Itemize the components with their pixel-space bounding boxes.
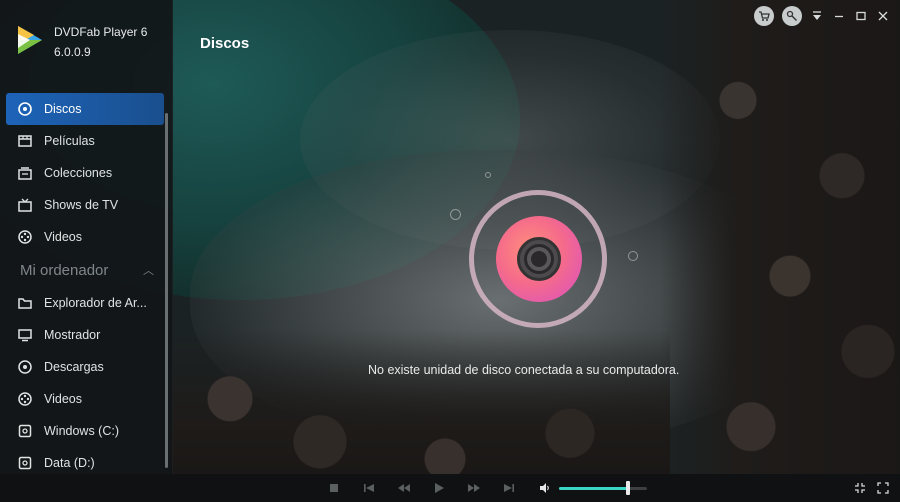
fast-forward-button[interactable] <box>467 481 481 495</box>
sidebar-item-descargas[interactable]: Descargas <box>6 351 164 383</box>
sidebar-item-label: Windows (C:) <box>44 424 120 438</box>
sidebar: DVDFab Player 6 6.0.0.9 Discos Películas… <box>0 0 173 474</box>
rewind-button[interactable] <box>397 481 411 495</box>
exit-fullscreen-icon <box>855 483 865 493</box>
brand: DVDFab Player 6 6.0.0.9 <box>14 22 147 62</box>
next-button[interactable] <box>502 481 516 495</box>
video-reel-icon <box>18 230 32 244</box>
cart-button[interactable] <box>754 6 774 26</box>
drive-icon <box>18 424 32 438</box>
key-icon <box>786 10 797 21</box>
drive-icon <box>18 456 32 470</box>
film-icon <box>18 134 32 148</box>
decorative-bubble <box>628 251 638 261</box>
section-mi-ordenador[interactable]: Mi ordenador ︿ <box>6 253 164 287</box>
monitor-icon <box>18 328 32 342</box>
play-icon <box>435 483 444 493</box>
empty-state-message: No existe unidad de disco conectada a su… <box>368 363 680 377</box>
window-controls <box>754 6 890 26</box>
sidebar-item-videos[interactable]: Videos <box>6 221 164 253</box>
download-icon <box>18 360 32 374</box>
sidebar-item-label: Shows de TV <box>44 198 119 212</box>
volume-button[interactable] <box>538 481 552 495</box>
dropdown-arrow-icon <box>813 11 821 20</box>
sidebar-scrollbar[interactable] <box>165 113 168 468</box>
chevron-up-icon[interactable]: ︿ <box>143 262 154 278</box>
account-button[interactable] <box>782 6 802 26</box>
decorative-bubble <box>485 172 491 178</box>
sidebar-item-label: Colecciones <box>44 166 113 180</box>
fast-forward-icon <box>468 484 480 492</box>
volume-slider[interactable] <box>559 487 647 490</box>
sidebar-item-label: Mostrador <box>44 328 101 342</box>
section-title: Mi ordenador <box>20 261 109 279</box>
player-controls-bar <box>0 474 900 502</box>
disc-icon <box>496 216 582 302</box>
maximize-icon <box>856 11 866 21</box>
fullscreen-icon <box>877 482 889 494</box>
sidebar-item-videos-pc[interactable]: Videos <box>6 383 164 415</box>
play-button[interactable] <box>432 481 446 495</box>
volume-level <box>559 487 628 490</box>
sidebar-item-label: Explorador de Ar... <box>44 296 147 310</box>
menu-dropdown-button[interactable] <box>810 9 824 23</box>
collection-icon <box>18 166 32 180</box>
tv-icon <box>18 198 32 212</box>
sidebar-item-label: Películas <box>44 134 95 148</box>
maximize-button[interactable] <box>854 9 868 23</box>
sidebar-item-label: Videos <box>44 230 82 244</box>
cart-icon <box>759 11 770 21</box>
minimize-button[interactable] <box>832 9 846 23</box>
video-reel-icon <box>18 392 32 406</box>
sidebar-item-explorador[interactable]: Explorador de Ar... <box>6 287 164 319</box>
sidebar-item-colecciones[interactable]: Colecciones <box>6 157 164 189</box>
previous-button[interactable] <box>362 481 376 495</box>
background-rocks <box>660 0 900 502</box>
sidebar-item-label: Videos <box>44 392 82 406</box>
fullscreen-button[interactable] <box>876 481 890 495</box>
sidebar-item-label: Data (D:) <box>44 456 95 470</box>
decorative-bubble <box>450 209 461 220</box>
sidebar-item-windows-c[interactable]: Windows (C:) <box>6 415 164 447</box>
page-title: Discos <box>200 35 250 52</box>
close-icon <box>878 11 888 21</box>
pip-button[interactable] <box>853 481 867 495</box>
volume-handle[interactable] <box>625 481 630 495</box>
empty-disc-illustration <box>469 190 607 328</box>
stop-icon <box>330 484 338 492</box>
skip-previous-icon <box>364 484 374 492</box>
app-name: DVDFab Player 6 <box>54 25 148 39</box>
sidebar-item-label: Descargas <box>44 360 104 374</box>
sidebar-nav: Discos Películas Colecciones Shows de TV… <box>6 93 164 479</box>
close-button[interactable] <box>876 9 890 23</box>
minimize-icon <box>835 15 843 18</box>
sidebar-item-shows-de-tv[interactable]: Shows de TV <box>6 189 164 221</box>
rewind-icon <box>398 484 410 492</box>
sidebar-item-label: Discos <box>44 102 82 116</box>
folder-icon <box>18 296 32 310</box>
sidebar-item-peliculas[interactable]: Películas <box>6 125 164 157</box>
skip-next-icon <box>504 484 514 492</box>
disc-icon <box>18 102 32 116</box>
speaker-icon <box>540 483 549 493</box>
sidebar-item-discos[interactable]: Discos <box>6 93 164 125</box>
stop-button[interactable] <box>327 481 341 495</box>
sidebar-item-mostrador[interactable]: Mostrador <box>6 319 164 351</box>
app-logo-icon <box>18 26 42 54</box>
app-version: 6.0.0.9 <box>54 45 91 59</box>
